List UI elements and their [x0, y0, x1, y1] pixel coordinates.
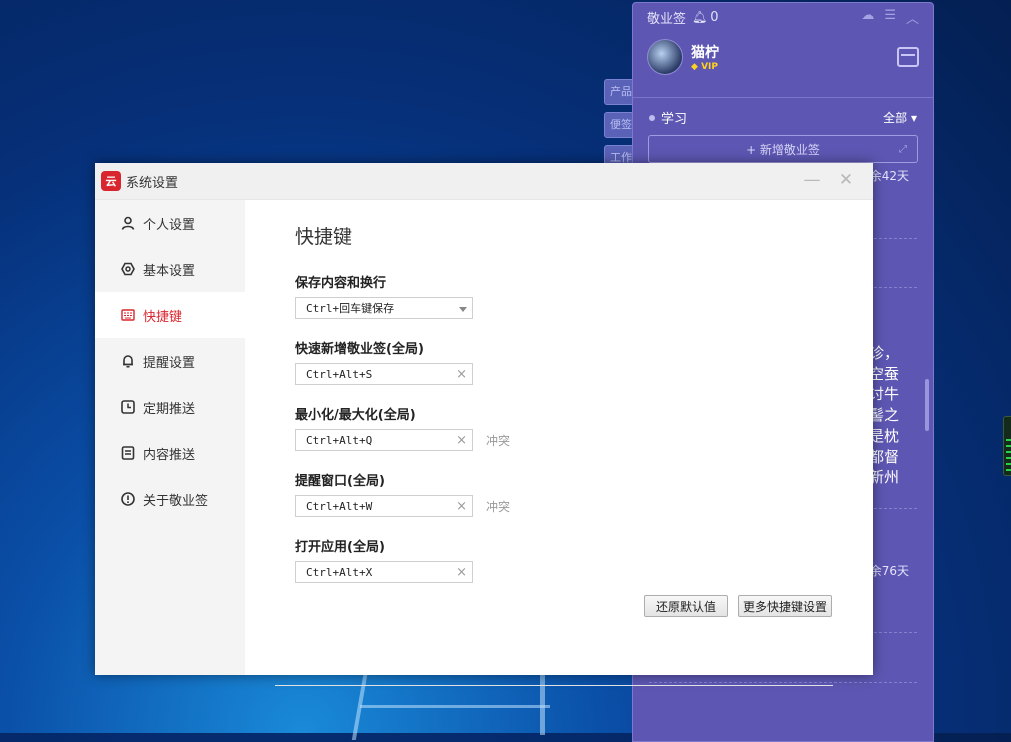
- reminder-count: 0: [710, 9, 719, 25]
- category-bar: 学习 全部 ▾: [633, 98, 933, 131]
- new-note-shortcut-input[interactable]: Ctrl+Alt+S ×: [295, 363, 473, 385]
- clear-icon[interactable]: ×: [456, 499, 467, 514]
- category-name[interactable]: 学习: [661, 108, 687, 127]
- shortcut-label: 保存内容和换行: [295, 276, 387, 291]
- bell-icon: [121, 354, 135, 368]
- restore-default-button[interactable]: 还原默认值: [644, 595, 728, 617]
- scrollbar[interactable]: [925, 379, 929, 431]
- menu-icon[interactable]: ☰: [884, 8, 896, 27]
- collapse-icon[interactable]: ︿: [906, 8, 919, 27]
- edge-meter-widget: [1003, 416, 1011, 476]
- shortcut-label: 提醒窗口(全局): [295, 474, 385, 489]
- minimize-shortcut-input[interactable]: Ctrl+Alt+Q ×: [295, 429, 473, 451]
- nav-personal-settings[interactable]: 个人设置: [95, 200, 245, 246]
- desktop-light-beam: [360, 705, 550, 708]
- shortcut-settings-panel: 快捷键 保存内容和换行 Ctrl+回车键保存 快速新增敬业签(全局) Ctrl+…: [275, 200, 833, 686]
- system-settings-dialog: 云 系统设置 — ✕ 个人设置 基本设置 快捷键 提醒设置 定期推送 内容推送 …: [95, 163, 873, 686]
- dialog-titlebar[interactable]: 云 系统设置 — ✕: [95, 163, 873, 200]
- filter-dropdown[interactable]: 全部 ▾: [883, 109, 917, 126]
- save-shortcut-select[interactable]: Ctrl+回车键保存: [295, 297, 473, 319]
- clear-icon[interactable]: ×: [456, 367, 467, 382]
- open-app-shortcut-input[interactable]: Ctrl+Alt+X ×: [295, 561, 473, 583]
- nav-basic-settings[interactable]: 基本设置: [95, 246, 245, 292]
- expand-icon[interactable]: ⤢: [899, 144, 907, 155]
- chevron-down-icon[interactable]: [459, 307, 467, 312]
- nav-scheduled-push[interactable]: 定期推送: [95, 384, 245, 430]
- nav-about[interactable]: 关于敬业签: [95, 476, 245, 522]
- more-shortcuts-button[interactable]: 更多快捷键设置: [738, 595, 832, 617]
- new-note-button[interactable]: + 新增敬业签 ⤢: [648, 135, 918, 163]
- divider: [649, 682, 917, 683]
- shortcut-label: 打开应用(全局): [295, 540, 385, 555]
- user-info: 猫柠 ◆ VIP: [633, 31, 933, 83]
- info-icon: [121, 492, 135, 506]
- note-panel-header: 敬业签 🔔︎ 0 ☁ ☰ ︿: [633, 3, 933, 31]
- nav-reminder-settings[interactable]: 提醒设置: [95, 338, 245, 384]
- days-left-label: 余76天: [869, 564, 909, 578]
- cloud-sync-icon[interactable]: ☁: [861, 8, 874, 27]
- minimize-icon[interactable]: —: [803, 171, 821, 189]
- conflict-label: 冲突: [486, 434, 511, 448]
- clear-icon[interactable]: ×: [456, 433, 467, 448]
- calendar-icon[interactable]: [897, 47, 919, 67]
- close-icon[interactable]: ✕: [837, 171, 855, 189]
- avatar[interactable]: [647, 39, 683, 75]
- user-name: 猫柠: [691, 45, 719, 61]
- category-dot-icon: [649, 114, 655, 121]
- document-icon: [121, 446, 135, 460]
- shortcut-label: 快速新增敬业签(全局): [295, 342, 424, 357]
- hexagon-settings-icon: [121, 262, 135, 276]
- page-title: 快捷键: [295, 226, 353, 248]
- dialog-title: 系统设置: [126, 175, 179, 191]
- vip-badge: ◆ VIP: [691, 62, 718, 72]
- settings-sidebar: 个人设置 基本设置 快捷键 提醒设置 定期推送 内容推送 关于敬业签: [95, 200, 245, 675]
- nav-shortcuts[interactable]: 快捷键: [95, 292, 245, 338]
- days-left-label: 余42天: [869, 169, 909, 183]
- note-app-name: 敬业签: [647, 11, 687, 27]
- nav-content-push[interactable]: 内容推送: [95, 430, 245, 476]
- reminder-window-shortcut-input[interactable]: Ctrl+Alt+W ×: [295, 495, 473, 517]
- clear-icon[interactable]: ×: [456, 565, 467, 580]
- person-icon: [121, 216, 135, 230]
- bell-icon[interactable]: 🔔︎: [692, 10, 707, 24]
- shortcut-label: 最小化/最大化(全局): [295, 408, 416, 423]
- app-logo-icon: 云: [101, 171, 121, 191]
- diamond-icon: ◆: [691, 62, 698, 72]
- clock-icon: [121, 400, 135, 414]
- divider: [275, 685, 833, 686]
- keyboard-icon: [121, 308, 135, 322]
- conflict-label: 冲突: [486, 500, 511, 514]
